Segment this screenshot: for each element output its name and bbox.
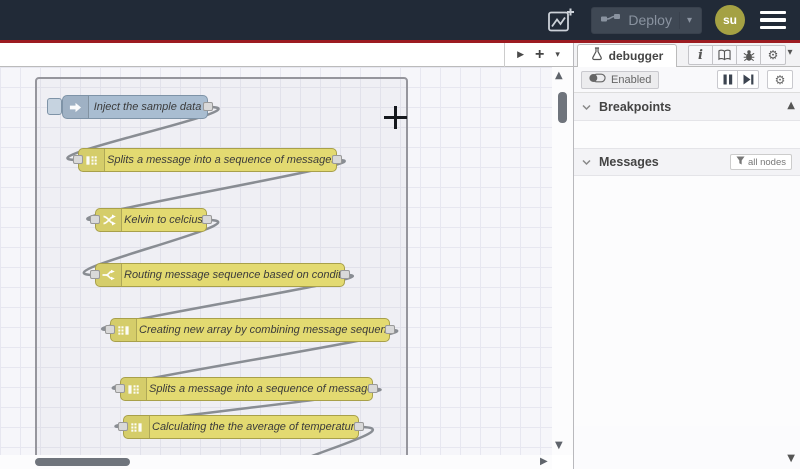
node-label: Routing message sequence based on condit…: [124, 269, 341, 281]
flow-node-change[interactable]: Kelvin to celcius: [90, 208, 212, 232]
user-avatar[interactable]: su: [715, 5, 745, 35]
flask-icon: [591, 46, 603, 66]
gear-icon: ⚙: [767, 48, 779, 62]
crosshair-cursor: [384, 116, 407, 119]
run-flow-icon[interactable]: ▶: [517, 50, 524, 60]
pause-step-group: [717, 70, 759, 89]
input-port[interactable]: [115, 384, 125, 393]
input-port[interactable]: [118, 422, 128, 431]
step-button[interactable]: [738, 71, 758, 88]
pause-button[interactable]: [718, 71, 738, 88]
chevron-down-icon: [582, 98, 591, 116]
tab-actions: ▶ + ▾: [504, 43, 572, 67]
sidebar-tab-chevron-icon[interactable]: ▾: [782, 47, 798, 58]
menu-button[interactable]: [758, 9, 788, 31]
vertical-scroll-thumb[interactable]: [558, 92, 567, 123]
node-label: Creating new array by combining message …: [139, 324, 386, 336]
output-port[interactable]: [385, 325, 395, 334]
toggle-icon: [589, 73, 606, 86]
flow-node-join[interactable]: Calculating the the average of temperatu…: [118, 415, 364, 439]
breakpoints-title: Breakpoints: [599, 99, 672, 114]
sidebar-tab-bar: debugger i ⚙ ▾: [574, 43, 800, 67]
inject-arrow-icon: [63, 96, 89, 118]
input-port[interactable]: [105, 325, 115, 334]
enabled-label: Enabled: [611, 73, 652, 86]
node-label: Splits a message into a sequence of mess…: [107, 154, 333, 166]
flow-node-join[interactable]: Creating new array by combining message …: [105, 318, 395, 342]
tab-list-chevron-icon[interactable]: ▾: [555, 50, 560, 60]
tab-help[interactable]: [713, 46, 737, 64]
messages-body: [574, 176, 800, 426]
workspace: ▶ + ▾ Inject the sample data Splits a mes…: [0, 43, 574, 469]
debugger-toolbar: Enabled ⚙: [574, 67, 800, 93]
tab-debug-messages[interactable]: [737, 46, 761, 64]
node-label: Inject the sample data: [93, 101, 202, 113]
flow-node-switch[interactable]: Routing message sequence based on condit…: [90, 263, 350, 287]
scroll-right-icon[interactable]: ▶: [540, 456, 548, 467]
menu-bar: [760, 25, 786, 29]
all-nodes-filter-button[interactable]: all nodes: [729, 154, 792, 170]
breakpoints-body: [574, 121, 800, 148]
input-port[interactable]: [90, 215, 100, 224]
enabled-toggle-button[interactable]: Enabled: [581, 70, 660, 89]
deploy-label: Deploy: [628, 12, 672, 28]
sidebar-scroll-up-icon[interactable]: ▲: [787, 100, 795, 111]
info-icon: i: [698, 47, 703, 63]
node-label: Kelvin to celcius: [124, 214, 203, 226]
scroll-down-icon[interactable]: ▼: [555, 440, 563, 451]
input-port[interactable]: [90, 270, 100, 279]
output-port[interactable]: [203, 102, 213, 111]
output-port[interactable]: [354, 422, 364, 431]
add-tab-icon[interactable]: +: [535, 46, 544, 64]
node-label: Splits a message into a sequence of mess…: [149, 383, 369, 395]
output-port[interactable]: [202, 215, 212, 224]
deploy-button[interactable]: Deploy ▾: [591, 6, 702, 34]
chevron-down-icon: [582, 153, 591, 171]
node-label: Calculating the the average of temperatu…: [152, 421, 355, 433]
output-port[interactable]: [332, 155, 342, 164]
menu-bar: [760, 11, 786, 15]
sidebar-scroll-down-icon[interactable]: ▼: [787, 453, 795, 464]
flow-assistant-icon[interactable]: [544, 6, 578, 34]
workspace-tab-bar: ▶ + ▾: [0, 43, 573, 67]
sidebar-icon-tabs: i ⚙: [688, 45, 786, 65]
flow-canvas[interactable]: Inject the sample data Splits a message i…: [0, 67, 552, 455]
flow-node-split[interactable]: Splits a message into a sequence of mess…: [115, 377, 378, 401]
horizontal-scroll-thumb[interactable]: [35, 458, 130, 466]
main-area: ▶ + ▾ Inject the sample data Splits a mes…: [0, 43, 800, 469]
sidebar: debugger i ⚙ ▾ Enabled ⚙ Breakpoints Mes…: [574, 43, 800, 469]
divider: [678, 11, 680, 29]
vertical-scrollbar[interactable]: ▲ ▼: [552, 67, 573, 455]
output-port[interactable]: [368, 384, 378, 393]
inject-trigger-button[interactable]: [47, 98, 62, 115]
tab-info[interactable]: i: [689, 46, 713, 64]
messages-section-header[interactable]: Messages all nodes: [574, 148, 800, 176]
debugger-settings-button[interactable]: ⚙: [767, 70, 793, 89]
gear-icon: ⚙: [774, 72, 786, 87]
header: Deploy ▾ su: [0, 0, 800, 43]
deploy-nodes-icon: [601, 11, 621, 29]
all-nodes-label: all nodes: [747, 156, 786, 168]
output-port[interactable]: [340, 270, 350, 279]
tab-debugger[interactable]: debugger: [577, 44, 677, 67]
tab-debugger-label: debugger: [608, 49, 664, 63]
flow-node-split[interactable]: Splits a message into a sequence of mess…: [73, 148, 342, 172]
messages-title: Messages: [599, 155, 659, 169]
flow-node-inject[interactable]: Inject the sample data: [47, 95, 213, 119]
input-port[interactable]: [73, 155, 83, 164]
funnel-icon: [736, 156, 745, 168]
scroll-up-icon[interactable]: ▲: [555, 70, 563, 81]
menu-bar: [760, 18, 786, 22]
chevron-down-icon[interactable]: ▾: [687, 15, 692, 26]
breakpoints-section-header[interactable]: Breakpoints: [574, 93, 800, 121]
horizontal-scrollbar[interactable]: ▶: [0, 455, 552, 469]
